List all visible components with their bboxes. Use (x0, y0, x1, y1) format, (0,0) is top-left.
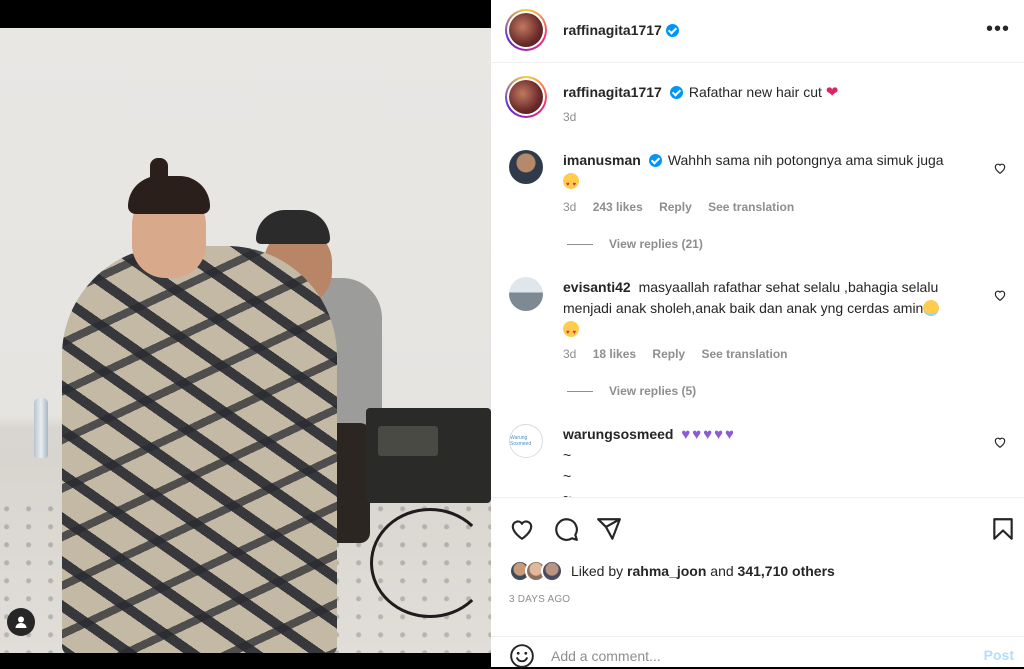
comment-text: Wahhh sama nih potongnya ama simuk juga (667, 152, 944, 168)
comment-like-icon[interactable] (993, 161, 1007, 175)
likes-prefix: Liked by (571, 563, 624, 579)
comment-item: evisanti42 masyaallah rafathar sehat sel… (509, 277, 1009, 412)
liker-avatar[interactable] (541, 560, 563, 582)
photo-child-hair (128, 176, 210, 214)
author-avatar[interactable] (505, 9, 547, 51)
commenter-username[interactable]: warungsosmeed (563, 426, 673, 442)
user-tag-icon[interactable] (7, 608, 35, 636)
comment-like-icon[interactable] (993, 435, 1007, 449)
comment-text-block: evisanti42 masyaallah rafathar sehat sel… (563, 277, 973, 344)
purple-heart-emoji: ♥ (714, 426, 723, 443)
caption-username[interactable]: raffinagita1717 (563, 84, 662, 100)
photo-water-bottle (34, 398, 48, 458)
comment-line: ~ (563, 468, 572, 484)
comment-meta: 3d 18 likes Reply See translation (563, 347, 800, 361)
emoji-icon[interactable] (509, 643, 535, 669)
comment-icon[interactable] (553, 516, 579, 542)
post-photo-panel (0, 0, 491, 667)
view-replies-button[interactable]: View replies (21) (567, 237, 703, 251)
comment-likes[interactable]: 243 likes (593, 200, 643, 214)
add-comment-input[interactable] (551, 645, 931, 667)
commenter-avatar[interactable] (509, 277, 543, 311)
post-comment-button[interactable]: Post (984, 647, 1014, 663)
comment-time: 3d (563, 200, 577, 214)
post-date[interactable]: 3 DAYS AGO (509, 594, 570, 605)
commenter-avatar[interactable]: Warung Sosmeed (509, 424, 543, 458)
comment-likes[interactable]: 18 likes (593, 347, 636, 361)
post-detail-panel: raffinagita1717 ••• raffinagita1717 Rafat… (491, 0, 1024, 668)
reply-button[interactable]: Reply (652, 347, 685, 361)
commenter-username[interactable]: imanusman (563, 152, 641, 168)
add-comment-bar: Post (491, 636, 1024, 668)
photo-tool-case (366, 408, 491, 503)
post-photo[interactable] (0, 28, 491, 653)
commenter-username[interactable]: evisanti42 (563, 279, 631, 295)
commenter-avatar[interactable] (509, 150, 543, 184)
photo-child-cape (62, 246, 337, 653)
purple-heart-emoji: ♥ (703, 426, 713, 443)
caption-text: Rafathar new hair cut (688, 84, 822, 100)
share-icon[interactable] (596, 516, 622, 542)
reply-button[interactable]: Reply (659, 200, 692, 214)
bookmark-icon[interactable] (990, 516, 1016, 542)
photo-barber-cap (256, 210, 330, 244)
post-actions: Liked by rahma_joon and 341,710 others 3… (491, 497, 1024, 668)
caption-time: 3d (563, 110, 577, 124)
view-replies-label: View replies (5) (609, 384, 697, 398)
view-replies-button[interactable]: View replies (5) (567, 384, 696, 398)
author-name-block: raffinagita1717 (563, 22, 679, 40)
see-translation-button[interactable]: See translation (701, 347, 787, 361)
verified-icon (665, 24, 679, 37)
comment-text-block: warungsosmeed ♥ ♥ ♥ ♥ ♥ ~ ~ ~ (563, 424, 973, 497)
more-icon[interactable]: ••• (986, 19, 1010, 39)
purple-heart-emoji: ♥ (692, 426, 702, 443)
post-header: raffinagita1717 ••• (491, 0, 1024, 63)
author-username[interactable]: raffinagita1717 (563, 22, 662, 38)
caption-author-avatar[interactable] (505, 76, 547, 118)
verified-icon (669, 86, 683, 99)
comment-item: imanusman Wahhh sama nih potongnya ama si… (509, 150, 1009, 260)
replies-divider (567, 390, 593, 392)
caption-meta: 3d (563, 110, 589, 124)
angel-emoji (923, 300, 940, 316)
likes-summary: Liked by rahma_joon and 341,710 others (509, 560, 835, 582)
comment-meta: 3d 243 likes Reply See translation (563, 200, 807, 214)
caption-row: raffinagita1717 Rafathar new hair cut ❤ 3… (505, 76, 1009, 136)
liker-username[interactable]: rahma_joon (627, 563, 706, 579)
heart-icon[interactable] (509, 516, 535, 542)
caption-text-block: raffinagita1717 Rafathar new hair cut ❤ (563, 82, 973, 103)
comment-line: ~ (563, 489, 572, 497)
photo-cable (370, 508, 490, 618)
comment-line: ~ (563, 447, 572, 463)
see-translation-button[interactable]: See translation (708, 200, 794, 214)
likes-text: Liked by rahma_joon and 341,710 others (571, 563, 835, 579)
comment-text-block: imanusman Wahhh sama nih potongnya ama si… (563, 150, 973, 196)
likes-and: and (710, 563, 734, 579)
heart-eyes-emoji (563, 321, 579, 344)
comment-item: Warung Sosmeed warungsosmeed ♥ ♥ ♥ ♥ ♥ ~ ~ ~ (509, 424, 1009, 497)
comments-scroll-area[interactable]: raffinagita1717 Rafathar new hair cut ❤ 3… (491, 64, 1024, 497)
comment-like-icon[interactable] (993, 288, 1007, 302)
replies-divider (567, 243, 593, 245)
comment-time: 3d (563, 347, 577, 361)
verified-icon (648, 154, 662, 167)
purple-heart-emoji: ♥ (681, 426, 691, 443)
likes-others-count[interactable]: 341,710 others (738, 563, 835, 579)
view-replies-label: View replies (21) (609, 237, 703, 251)
heart-eyes-emoji (563, 173, 579, 196)
red-heart-emoji: ❤ (825, 84, 839, 101)
photo-child-hair-tuft (150, 158, 168, 188)
purple-heart-emoji: ♥ (725, 426, 734, 443)
